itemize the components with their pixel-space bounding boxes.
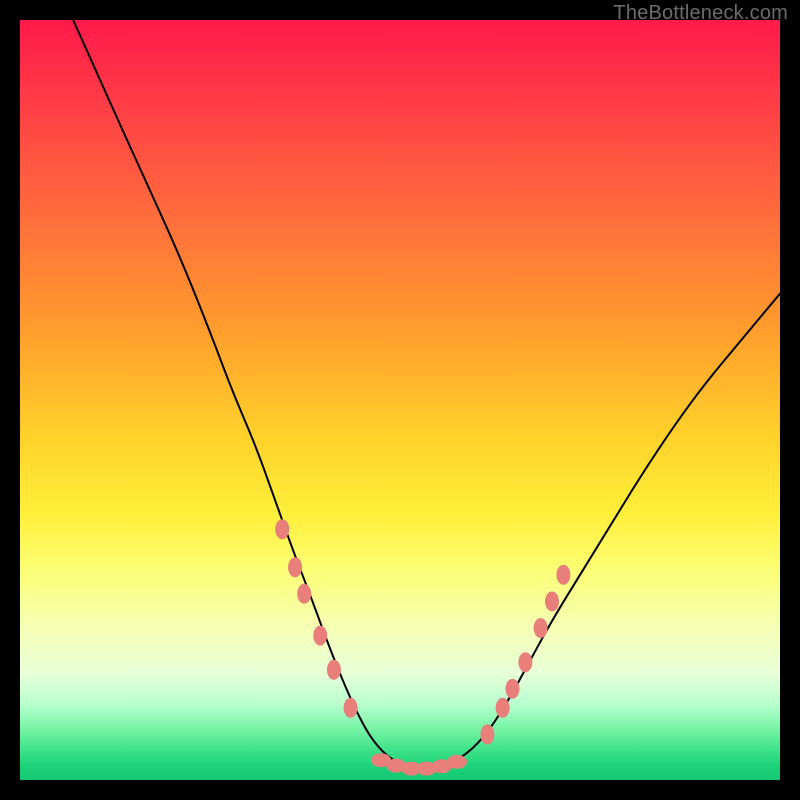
curve-layer: [20, 20, 780, 780]
plot-area: [20, 20, 780, 780]
curve-marker: [344, 698, 358, 718]
curve-marker: [480, 724, 494, 744]
curve-marker: [275, 519, 289, 539]
curve-marker: [447, 755, 467, 769]
bottleneck-curve: [73, 20, 780, 768]
curve-marker: [288, 557, 302, 577]
chart-stage: TheBottleneck.com: [0, 0, 800, 800]
curve-marker: [506, 679, 520, 699]
curve-marker: [534, 618, 548, 638]
curve-marker: [327, 660, 341, 680]
curve-marker: [313, 626, 327, 646]
curve-markers: [275, 519, 570, 775]
curve-marker: [496, 698, 510, 718]
curve-marker: [297, 584, 311, 604]
curve-marker: [518, 652, 532, 672]
curve-marker: [545, 591, 559, 611]
curve-marker: [556, 565, 570, 585]
